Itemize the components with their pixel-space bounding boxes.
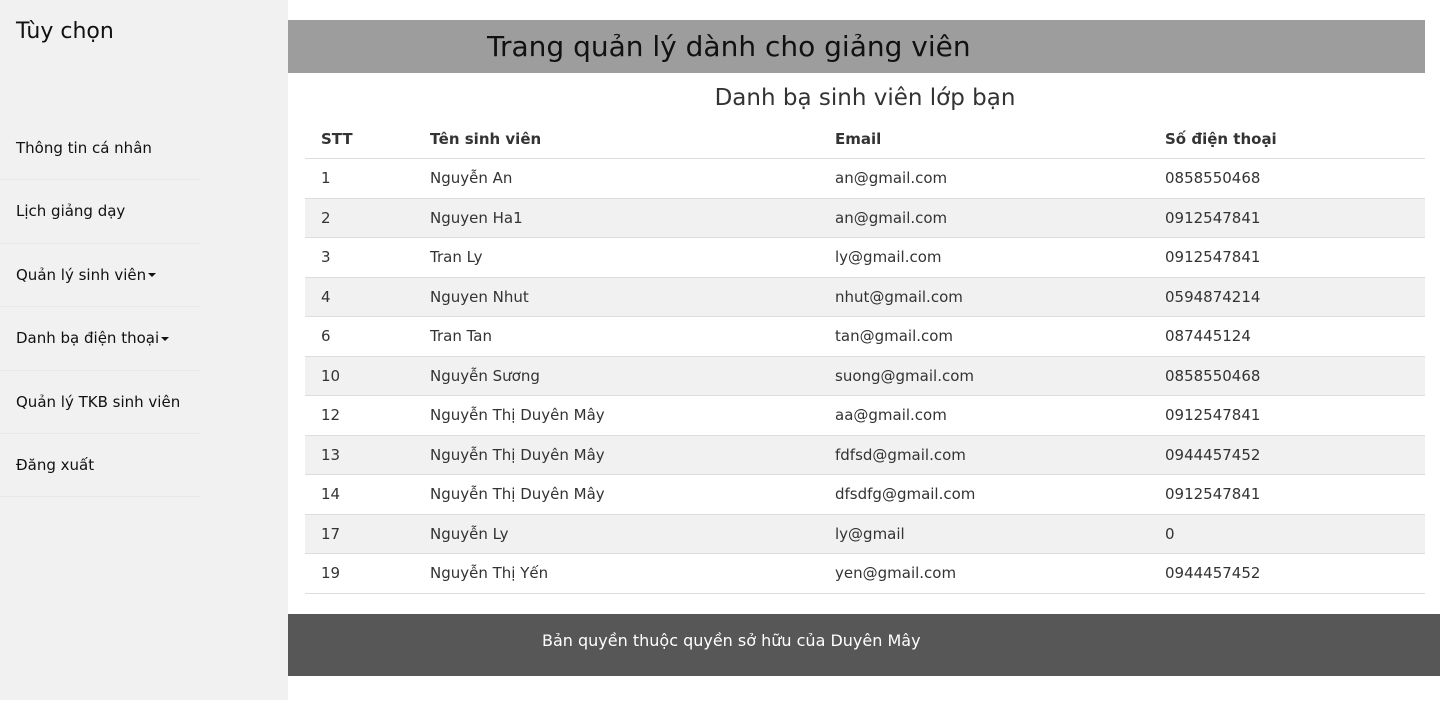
cell-email: tan@gmail.com — [819, 316, 1149, 357]
cell-email: fdfsd@gmail.com — [819, 435, 1149, 475]
page-header: Trang quản lý dành cho giảng viên — [288, 20, 1425, 73]
cell-name: Nguyễn Thị Duyên Mây — [414, 395, 819, 436]
table-body: 1 Nguyễn An an@gmail.com 0858550468 2 Nguyen … — [305, 158, 1425, 594]
cell-email: suong@gmail.com — [819, 356, 1149, 396]
cell-phone: 0858550468 — [1149, 158, 1425, 199]
cell-phone: 0912547841 — [1149, 474, 1425, 515]
sidebar-item-label: Đăng xuất — [16, 455, 95, 474]
cell-phone: 0944457452 — [1149, 435, 1425, 475]
column-header-name: Tên sinh viên — [414, 120, 819, 159]
column-header-email: Email — [819, 120, 1149, 159]
cell-phone: 0944457452 — [1149, 553, 1425, 594]
cell-phone: 0858550468 — [1149, 356, 1425, 396]
cell-email: nhut@gmail.com — [819, 277, 1149, 317]
sidebar-item-label: Thông tin cá nhân — [16, 139, 152, 157]
cell-email: an@gmail.com — [819, 158, 1149, 199]
cell-email: ly@gmail — [819, 514, 1149, 554]
cell-name: Nguyen Ha1 — [414, 198, 819, 238]
section-title: Danh bạ sinh viên lớp bạn — [714, 85, 1016, 111]
cell-stt: 14 — [305, 474, 414, 515]
table-row: 13 Nguyễn Thị Duyên Mây fdfsd@gmail.com 094… — [305, 435, 1425, 475]
table-row: 12 Nguyễn Thị Duyên Mây aa@gmail.com 091254… — [305, 395, 1425, 436]
footer: Bản quyền thuộc quyền sở hữu của Duyên M… — [288, 614, 1440, 676]
sidebar-item-phone-directory[interactable]: Danh bạ điện thoại — [0, 307, 200, 371]
column-header-stt: STT — [305, 120, 414, 159]
cell-email: yen@gmail.com — [819, 553, 1149, 594]
cell-name: Nguyễn Thị Duyên Mây — [414, 474, 819, 515]
caret-down-icon — [161, 336, 170, 341]
cell-phone: 087445124 — [1149, 316, 1425, 357]
student-directory-table: STT Tên sinh viên Email Số điện thoại 1N… — [305, 120, 1425, 594]
caret-down-icon — [148, 273, 157, 278]
sidebar-menu: Thông tin cá nhân Lịch giảng dạy Quản lý… — [0, 117, 200, 498]
cell-name: Nguyễn An — [414, 158, 819, 199]
cell-email: an@gmail.com — [819, 198, 1149, 238]
cell-name: Tran Tan — [414, 316, 819, 357]
cell-email: aa@gmail.com — [819, 395, 1149, 436]
sidebar-item-student-management[interactable]: Quản lý sinh viên — [0, 244, 200, 308]
cell-stt: 6 — [305, 316, 414, 357]
cell-stt: 13 — [305, 435, 414, 475]
cell-stt: 2 — [305, 198, 414, 238]
cell-phone: 0912547841 — [1149, 198, 1425, 238]
table-row: 10 Nguyễn Sương suong@gmail.com 0858550468 — [305, 356, 1425, 396]
table-row: 19 Nguyễn Thị Yến yen@gmail.com 0944457452 — [305, 553, 1425, 594]
sidebar-item-label: Quản lý sinh viên — [16, 265, 147, 284]
column-header-phone: Số điện thoại — [1149, 120, 1425, 159]
table-row: 1 Nguyễn An an@gmail.com 0858550468 — [305, 158, 1425, 199]
sidebar-item-student-timetable[interactable]: Quản lý TKB sinh viên — [0, 371, 200, 434]
cell-name: Nguyen Nhut — [414, 277, 819, 317]
cell-name: Nguyễn Ly — [414, 514, 819, 554]
sidebar-item-personal-info[interactable]: Thông tin cá nhân — [0, 117, 200, 181]
cell-phone: 0 — [1149, 514, 1425, 554]
page-title: Trang quản lý dành cho giảng viên — [487, 30, 971, 63]
cell-phone: 0912547841 — [1149, 395, 1425, 436]
cell-name: Nguyễn Thị Yến — [414, 553, 819, 594]
cell-stt: 17 — [305, 514, 414, 554]
cell-name: Nguyễn Thị Duyên Mây — [414, 435, 819, 475]
table-row: 14 Nguyễn Thị Duyên Mây dfsdfg@gmail.com 09… — [305, 474, 1425, 515]
footer-copyright: Bản quyền thuộc quyền sở hữu của Duyên M… — [542, 631, 921, 650]
sidebar-item-label: Quản lý TKB sinh viên — [16, 392, 181, 411]
cell-stt: 12 — [305, 395, 414, 436]
cell-stt: 1 — [305, 158, 414, 199]
table-row: 3 Tran Ly ly@gmail.com 0912547841 — [305, 237, 1425, 278]
cell-stt: 10 — [305, 356, 414, 396]
sidebar-item-logout[interactable]: Đăng xuất — [0, 434, 200, 498]
cell-phone: 0594874214 — [1149, 277, 1425, 317]
cell-stt: 4 — [305, 277, 414, 317]
sidebar-item-teaching-schedule[interactable]: Lịch giảng dạy — [0, 180, 200, 244]
cell-stt: 19 — [305, 553, 414, 594]
sidebar-item-label: Danh bạ điện thoại — [16, 329, 160, 348]
cell-stt: 3 — [305, 237, 414, 278]
cell-name: Nguyễn Sương — [414, 356, 819, 396]
cell-email: ly@gmail.com — [819, 237, 1149, 278]
cell-email: dfsdfg@gmail.com — [819, 474, 1149, 515]
table-row: 2 Nguyen Ha1 an@gmail.com 0912547841 — [305, 198, 1425, 238]
cell-name: Tran Ly — [414, 237, 819, 278]
table-row: 6 Tran Tan tan@gmail.com 087445124 — [305, 316, 1425, 357]
table-header-row: STT Tên sinh viên Email Số điện thoại — [305, 120, 1425, 159]
sidebar-item-label: Lịch giảng dạy — [16, 202, 126, 221]
table-row: 4 Nguyen Nhut nhut@gmail.com 0594874214 — [305, 277, 1425, 317]
sidebar: Tùy chọn Thông tin cá nhân Lịch giảng dạ… — [0, 0, 288, 700]
sidebar-title: Tùy chọn — [16, 19, 114, 44]
table-row: 17 Nguyễn Ly ly@gmail 0 — [305, 514, 1425, 554]
cell-phone: 0912547841 — [1149, 237, 1425, 278]
